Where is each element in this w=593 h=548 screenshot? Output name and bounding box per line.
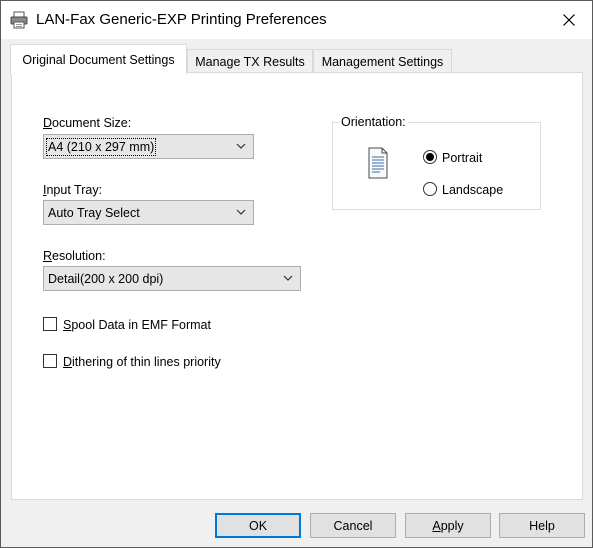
ok-label: OK (248, 518, 268, 533)
radio-selected-dot (426, 153, 434, 161)
document-size-value: A4 (210 x 297 mm) (45, 137, 157, 156)
portrait-label[interactable]: Portrait (442, 151, 482, 165)
input-tray-value: Auto Tray Select (48, 205, 140, 220)
portrait-radio[interactable] (423, 150, 437, 164)
apply-button[interactable]: Apply (405, 513, 491, 538)
close-icon (563, 14, 575, 26)
tab-label: Manage TX Results (195, 54, 305, 69)
portrait-page-icon (368, 147, 388, 179)
tab-label: Original Document Settings (22, 52, 175, 67)
title-bar[interactable]: LAN-Fax Generic-EXP Printing Preferences (1, 1, 592, 39)
document-size-dropdown[interactable]: A4 (210 x 297 mm) (43, 134, 254, 159)
chevron-down-icon (236, 143, 246, 149)
tab-manage-tx-results[interactable]: Manage TX Results (187, 49, 313, 73)
chevron-down-icon (283, 275, 293, 281)
tab-management-settings[interactable]: Management Settings (313, 49, 452, 73)
close-button[interactable] (546, 1, 592, 39)
chevron-down-icon (236, 209, 246, 215)
dialog-window: LAN-Fax Generic-EXP Printing Preferences… (0, 0, 593, 548)
resolution-value: Detail(200 x 200 dpi) (48, 271, 164, 286)
document-size-label: Document Size: (43, 116, 132, 130)
dithering-checkbox[interactable] (43, 354, 57, 368)
dithering-label[interactable]: Dithering of thin lines priority (63, 355, 221, 369)
cancel-button[interactable]: Cancel (310, 513, 396, 538)
landscape-radio[interactable] (423, 182, 437, 196)
help-label: Help (529, 518, 555, 533)
spool-emf-checkbox[interactable] (43, 317, 57, 331)
resolution-label: Resolution: (43, 249, 106, 263)
resolution-dropdown[interactable]: Detail(200 x 200 dpi) (43, 266, 301, 291)
input-tray-label: Input Tray: (43, 183, 103, 197)
landscape-label[interactable]: Landscape (442, 183, 503, 197)
spool-emf-label[interactable]: Spool Data in EMF Format (63, 318, 211, 332)
cancel-label: Cancel (333, 518, 373, 533)
window-title: LAN-Fax Generic-EXP Printing Preferences (36, 11, 327, 28)
help-button[interactable]: Help (499, 513, 585, 538)
apply-label: Apply (432, 518, 464, 533)
tab-original-document-settings[interactable]: Original Document Settings (10, 44, 187, 74)
input-tray-dropdown[interactable]: Auto Tray Select (43, 200, 254, 225)
printer-icon (10, 11, 28, 29)
tab-label: Management Settings (321, 54, 444, 69)
orientation-group (332, 122, 541, 210)
tab-panel: Document Size: A4 (210 x 297 mm) Input T… (11, 72, 583, 500)
orientation-legend: Orientation: (339, 115, 408, 129)
ok-button[interactable]: OK (215, 513, 301, 538)
